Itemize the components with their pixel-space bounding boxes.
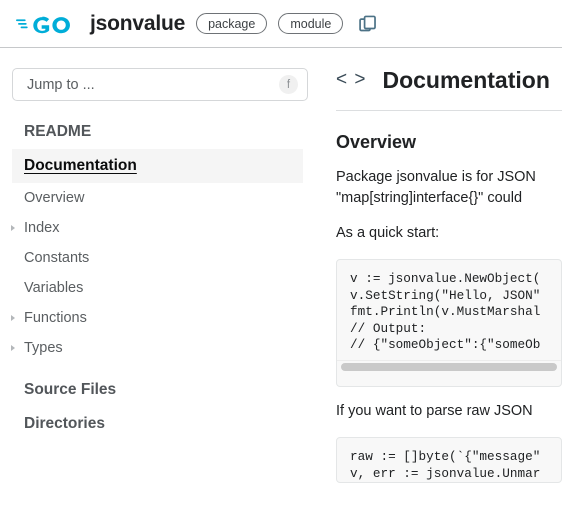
sidebar-item-directories[interactable]: Directories xyxy=(0,407,320,441)
sidebar-item-label: Directories xyxy=(24,415,105,432)
sidebar-item-label: Overview xyxy=(24,190,85,206)
code-text: v := jsonvalue.NewObject( v.SetString("H… xyxy=(350,271,541,353)
sidebar-item-label: README xyxy=(24,123,92,140)
header-divider xyxy=(336,110,562,111)
sidebar-item-label: Constants xyxy=(24,250,90,266)
sidebar-item-constants[interactable]: Constants xyxy=(0,243,320,273)
badge-package[interactable]: package xyxy=(196,13,268,34)
sidebar-item-label: Types xyxy=(24,340,63,356)
sidebar-item-source-files[interactable]: Source Files xyxy=(0,373,320,407)
copy-icon xyxy=(359,15,377,31)
scrollbar-thumb[interactable] xyxy=(341,363,557,372)
sidebar-item-readme[interactable]: README xyxy=(0,115,320,149)
parse-paragraph: If you want to parse raw JSON xyxy=(336,403,533,419)
code-block-scrollbar[interactable] xyxy=(337,359,561,374)
sidebar-item-functions[interactable]: Functions xyxy=(0,303,320,333)
sidebar-item-label: Source Files xyxy=(24,381,117,398)
sidebar-item-variables[interactable]: Variables xyxy=(0,273,320,303)
documentation-header: < > Documentation xyxy=(336,60,562,100)
documentation-content: < > Documentation Overview Package jsonv… xyxy=(320,48,562,526)
overview-paragraph: Package jsonvalue is for JSON "map[strin… xyxy=(336,169,536,206)
jump-to-search[interactable]: Jump to ... f xyxy=(12,68,308,101)
chevron-right-icon[interactable] xyxy=(11,225,15,231)
search-input-placeholder[interactable]: Jump to ... xyxy=(27,77,279,93)
chevron-right-icon[interactable] xyxy=(11,345,15,351)
angle-brackets-icon: < > xyxy=(336,69,367,90)
quickstart-paragraph: As a quick start: xyxy=(336,225,440,241)
site-header: jsonvalue package module xyxy=(0,0,562,48)
sidebar: Jump to ... f README Documentation Overv… xyxy=(0,48,320,526)
sidebar-item-index[interactable]: Index xyxy=(0,213,320,243)
code-text: raw := []byte(`{"message" v, err := json… xyxy=(350,449,541,481)
code-block-quickstart[interactable]: v := jsonvalue.NewObject( v.SetString("H… xyxy=(336,259,562,387)
documentation-heading: Documentation xyxy=(382,66,550,93)
sidebar-item-documentation[interactable]: Documentation xyxy=(12,149,303,183)
search-shortcut-badge: f xyxy=(279,75,298,94)
overview-heading: Overview xyxy=(336,132,417,152)
code-block-parse[interactable]: raw := []byte(`{"message" v, err := json… xyxy=(336,437,562,484)
sidebar-nav-list: README Documentation Overview Index Cons… xyxy=(0,115,320,441)
copy-path-button[interactable] xyxy=(357,13,379,35)
badge-module[interactable]: module xyxy=(278,13,344,34)
sidebar-item-label: Functions xyxy=(24,310,87,326)
page-title: jsonvalue xyxy=(90,11,186,35)
sidebar-item-types[interactable]: Types xyxy=(0,333,320,363)
chevron-right-icon[interactable] xyxy=(11,315,15,321)
go-gopher-logo-icon[interactable] xyxy=(16,11,78,37)
sidebar-item-label: Index xyxy=(24,220,60,236)
sidebar-item-overview[interactable]: Overview xyxy=(0,183,320,213)
sidebar-item-label: Variables xyxy=(24,280,84,296)
sidebar-item-label: Documentation xyxy=(24,157,137,174)
page-body: Jump to ... f README Documentation Overv… xyxy=(0,48,562,526)
